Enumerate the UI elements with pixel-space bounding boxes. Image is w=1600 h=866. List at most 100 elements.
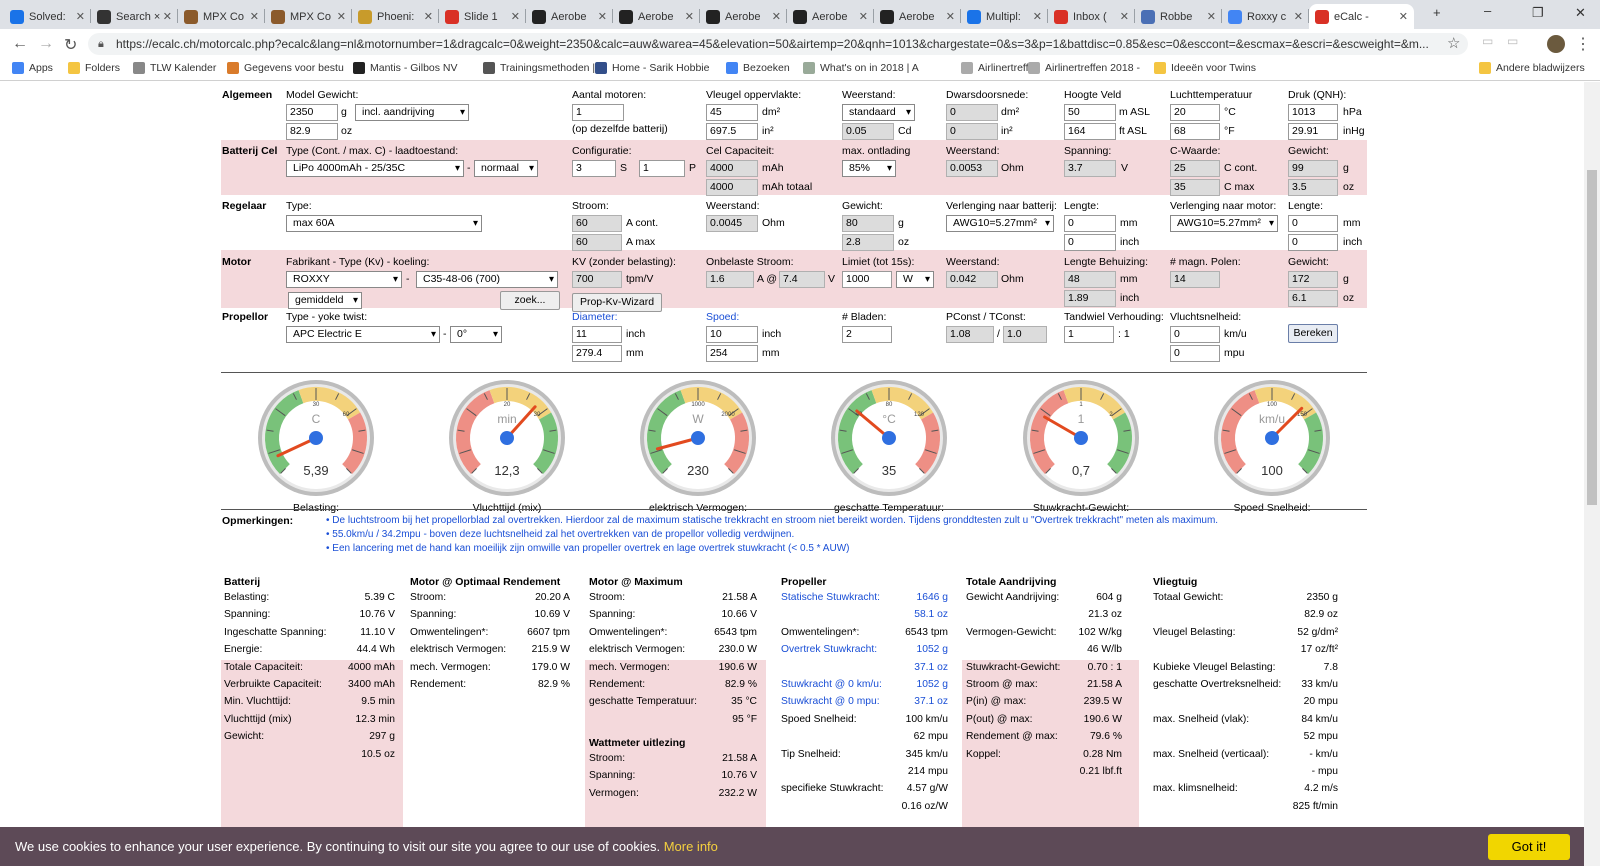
tab-close-icon[interactable]: ✕ xyxy=(598,10,607,23)
qnh-inhg-input[interactable]: 29.91 xyxy=(1288,123,1338,140)
prop-kv-wizard-button[interactable]: Prop-Kv-Wizard xyxy=(572,293,662,312)
bookmark-item[interactable]: Andere bladwijzers xyxy=(1479,62,1585,74)
tab-close-icon[interactable]: ✕ xyxy=(1207,10,1216,23)
back-icon[interactable]: ← xyxy=(12,35,28,53)
close-window-icon[interactable]: ✕ xyxy=(1575,5,1586,21)
ext-motor-select[interactable]: AWG10=5.27mm² xyxy=(1170,215,1278,232)
blades-input[interactable]: 2 xyxy=(842,326,892,343)
browser-tab[interactable]: Aerobe ✕ xyxy=(526,4,613,29)
bookmark-item[interactable]: Folders xyxy=(68,62,120,74)
tab-close-icon[interactable]: ✕ xyxy=(250,10,259,23)
maximize-icon[interactable]: ❐ xyxy=(1532,5,1544,21)
browser-tab[interactable]: eCalc - ✕ xyxy=(1309,4,1414,29)
temp-c-input[interactable]: 20 xyxy=(1170,104,1220,121)
cooling-select[interactable]: gemiddeld xyxy=(288,292,362,309)
esc-type-select[interactable]: max 60A xyxy=(286,215,482,232)
bookmark-item[interactable]: Home - Sarik Hobbie xyxy=(595,62,709,74)
tab-close-icon[interactable]: ✕ xyxy=(511,10,520,23)
new-tab-button[interactable]: + xyxy=(1433,5,1441,20)
diameter-mm-input[interactable]: 279.4 xyxy=(572,345,622,362)
manufacturer-select[interactable]: ROXXY xyxy=(286,271,402,288)
weight-oz-input[interactable]: 82.9 xyxy=(286,123,338,140)
len2-mm-input[interactable]: 0 xyxy=(1288,215,1338,232)
extension-icon[interactable]: ▭ xyxy=(1482,34,1493,48)
bookmark-item[interactable]: What's on in 2018 | A xyxy=(803,62,919,74)
scrollbar-thumb[interactable] xyxy=(1587,170,1597,505)
charge-state-select[interactable]: normaal xyxy=(474,160,538,177)
motors-input[interactable]: 1 xyxy=(572,104,624,121)
browser-tab[interactable]: MPX Co ✕ xyxy=(178,4,265,29)
tab-close-icon[interactable]: ✕ xyxy=(1399,10,1408,23)
cells-s-input[interactable]: 3 xyxy=(572,160,616,177)
gear-ratio-input[interactable]: 1 xyxy=(1064,326,1114,343)
bookmark-item[interactable]: Bezoeken xyxy=(726,62,790,74)
bookmark-item[interactable]: Apps xyxy=(12,62,53,74)
pitch-in-input[interactable]: 10 xyxy=(706,326,758,343)
bookmark-item[interactable]: Ideeën voor Twins xyxy=(1154,62,1256,74)
more-info-link[interactable]: More info xyxy=(664,839,718,854)
menu-icon[interactable]: ⋮ xyxy=(1575,34,1591,54)
result-key[interactable]: Statische Stuwkracht: xyxy=(781,592,880,603)
browser-tab[interactable]: Aerobe ✕ xyxy=(613,4,700,29)
speed-mph-input[interactable]: 0 xyxy=(1170,345,1220,362)
browser-tab[interactable]: Search × ✕ xyxy=(91,4,178,29)
browser-tab[interactable]: Aerobe ✕ xyxy=(874,4,961,29)
search-motor-button[interactable]: zoek... xyxy=(500,291,560,310)
speed-kmh-input[interactable]: 0 xyxy=(1170,326,1220,343)
qnh-hpa-input[interactable]: 1013 xyxy=(1288,104,1338,121)
browser-tab[interactable]: Slide 1 ✕ xyxy=(439,4,526,29)
avatar[interactable] xyxy=(1547,35,1565,53)
incl-select[interactable]: incl. aandrijving xyxy=(355,104,469,121)
browser-tab[interactable]: Inbox (✕ xyxy=(1048,4,1135,29)
tab-close-icon[interactable]: ✕ xyxy=(1033,10,1042,23)
tab-close-icon[interactable]: ✕ xyxy=(1294,10,1303,23)
calculate-button[interactable]: Bereken xyxy=(1288,324,1338,343)
weight-g-input[interactable]: 2350 xyxy=(286,104,338,121)
tab-close-icon[interactable]: ✕ xyxy=(424,10,433,23)
browser-tab[interactable]: Aerobe ✕ xyxy=(787,4,874,29)
len2-in-input[interactable]: 0 xyxy=(1288,234,1338,251)
diameter-in-input[interactable]: 11 xyxy=(572,326,622,343)
tab-close-icon[interactable]: ✕ xyxy=(76,10,85,23)
tab-close-icon[interactable]: ✕ xyxy=(859,10,868,23)
bookmark-item[interactable]: TLW Kalender xyxy=(133,62,216,74)
tab-close-icon[interactable]: ✕ xyxy=(772,10,781,23)
motor-type-select[interactable]: C35-48-06 (700) xyxy=(416,271,558,288)
cast-icon[interactable]: ▭ xyxy=(1507,34,1518,48)
browser-tab[interactable]: Phoeni: ✕ xyxy=(352,4,439,29)
forward-icon[interactable]: → xyxy=(38,35,54,53)
len1-mm-input[interactable]: 0 xyxy=(1064,215,1116,232)
browser-tab[interactable]: Multipl: ✕ xyxy=(961,4,1048,29)
browser-tab[interactable]: Solved: ✕ xyxy=(4,4,91,29)
result-key[interactable]: Overtrek Stuwkracht: xyxy=(781,644,877,655)
wing-in-input[interactable]: 697.5 xyxy=(706,123,758,140)
wing-dm-input[interactable]: 45 xyxy=(706,104,758,121)
got-it-button[interactable]: Got it! xyxy=(1488,834,1570,860)
elevation-m-input[interactable]: 50 xyxy=(1064,104,1116,121)
pitch-mm-input[interactable]: 254 xyxy=(706,345,758,362)
browser-tab[interactable]: Roxxy c ✕ xyxy=(1222,4,1309,29)
bookmark-item[interactable]: Trainingsmethoden | xyxy=(483,62,595,74)
temp-f-input[interactable]: 68 xyxy=(1170,123,1220,140)
len1-in-input[interactable]: 0 xyxy=(1064,234,1116,251)
limit-unit-select[interactable]: W xyxy=(896,271,934,288)
cells-p-input[interactable]: 1 xyxy=(639,160,685,177)
elevation-ft-input[interactable]: 164 xyxy=(1064,123,1116,140)
result-key[interactable]: Stuwkracht @ 0 km/u: xyxy=(781,679,882,690)
browser-tab[interactable]: Robbe ✕ xyxy=(1135,4,1222,29)
max-discharge-select[interactable]: 85% xyxy=(842,160,896,177)
tab-close-icon[interactable]: ✕ xyxy=(685,10,694,23)
tab-close-icon[interactable]: ✕ xyxy=(337,10,346,23)
tab-close-icon[interactable]: ✕ xyxy=(163,10,172,23)
limit-input[interactable]: 1000 xyxy=(842,271,892,288)
reload-icon[interactable]: ↻ xyxy=(64,35,77,55)
drag-select[interactable]: standaard xyxy=(842,104,915,121)
address-bar[interactable]: 🔒︎ https://ecalc.ch/motorcalc.php?ecalc&… xyxy=(88,33,1468,55)
browser-tab[interactable]: MPX Co ✕ xyxy=(265,4,352,29)
tab-close-icon[interactable]: ✕ xyxy=(946,10,955,23)
minimize-icon[interactable]: – xyxy=(1484,3,1491,18)
bookmark-star-icon[interactable]: ☆ xyxy=(1447,34,1460,52)
prop-type-select[interactable]: APC Electric E xyxy=(286,326,440,343)
bookmark-item[interactable]: Gegevens voor bestu xyxy=(227,62,344,74)
yoke-twist-select[interactable]: 0° xyxy=(450,326,502,343)
